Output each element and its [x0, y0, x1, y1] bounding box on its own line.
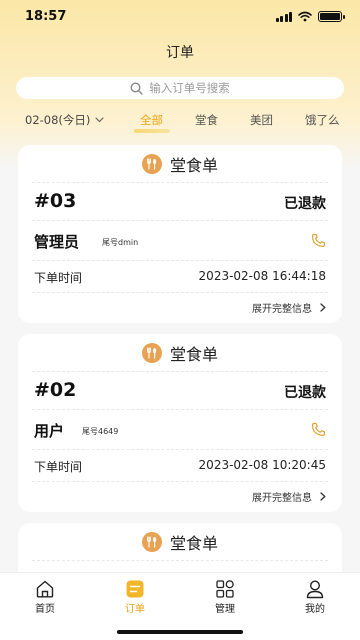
order-number-row: #03 已退款	[32, 183, 328, 221]
tabbar-manage[interactable]: 管理	[195, 579, 255, 615]
wifi-icon	[298, 11, 312, 22]
order-type-label: 堂食单	[169, 344, 218, 364]
phone-icon[interactable]	[311, 422, 326, 437]
order-card-header: 堂食单	[32, 334, 328, 372]
tab-active-indicator	[134, 129, 170, 133]
status-time: 18:57	[25, 9, 67, 24]
order-status: 已退款	[284, 196, 326, 212]
chevron-down-icon	[95, 117, 104, 123]
order-number: #02	[34, 379, 77, 401]
customer-tail: 尾号4649	[82, 427, 119, 436]
order-time-row: 下单时间 2023-02-08 16:44:18	[32, 261, 328, 293]
order-number: #03	[34, 190, 77, 212]
expand-details-link[interactable]: 展开完整信息	[252, 300, 326, 315]
fork-spoon-icon	[141, 153, 162, 174]
tab-all[interactable]: 全部	[140, 112, 163, 128]
fork-spoon-icon	[141, 342, 162, 363]
signal-icon	[275, 11, 292, 22]
page-title: 订单	[166, 45, 194, 61]
order-type-label: 堂食单	[169, 155, 218, 175]
order-time-label: 下单时间	[34, 460, 83, 474]
search-input[interactable]: 输入订单号搜索	[16, 77, 344, 99]
order-card-header: 堂食单	[32, 145, 328, 183]
order-icon	[126, 580, 144, 598]
customer-name: 用户	[34, 422, 65, 440]
tabbar-manage-label: 管理	[215, 604, 235, 615]
fork-spoon-icon	[141, 531, 162, 552]
order-time-label: 下单时间	[34, 271, 83, 285]
customer-row: 管理员 尾号dmin	[32, 221, 328, 261]
tab-eleme[interactable]: 饿了么	[305, 112, 340, 128]
search-icon	[130, 81, 143, 95]
order-number-row: #02 已退款	[32, 372, 328, 410]
tabbar-home[interactable]: 首页	[15, 579, 75, 615]
tabbar-orders[interactable]: 订单	[105, 579, 165, 615]
order-card[interactable]: 堂食单 #03 已退款 管理员 尾号dmin 下单时间 2023-02-08 1…	[18, 145, 342, 323]
customer-row: 用户 尾号4649	[32, 410, 328, 450]
user-icon	[306, 580, 324, 599]
tab-dine-in[interactable]: 堂食	[195, 112, 218, 128]
filter-row: 02-08(今日) 全部 堂食 美团 饿了么	[0, 112, 360, 136]
search-placeholder: 输入订单号搜索	[149, 81, 230, 95]
customer-tail: 尾号dmin	[102, 238, 139, 247]
tabbar-mine-label: 我的	[305, 604, 325, 615]
order-time: 2023-02-08 10:20:45	[198, 458, 326, 472]
date-filter-label: 02-08(今日)	[25, 113, 91, 127]
tab-meituan[interactable]: 美团	[250, 112, 273, 128]
status-icons	[275, 11, 345, 22]
chevron-right-icon	[320, 492, 326, 501]
order-card-header: 堂食单	[32, 523, 328, 561]
order-type-label: 堂食单	[169, 533, 218, 553]
expand-details-label: 展开完整信息	[252, 493, 312, 504]
order-time: 2023-02-08 16:44:18	[198, 269, 326, 283]
home-indicator	[117, 630, 243, 634]
battery-icon	[318, 11, 345, 22]
tabbar-orders-label: 订单	[125, 604, 145, 615]
customer-name: 管理员	[34, 233, 80, 251]
order-time-row: 下单时间 2023-02-08 10:20:45	[32, 450, 328, 482]
home-icon	[36, 580, 54, 598]
expand-details-link[interactable]: 展开完整信息	[252, 489, 326, 504]
order-status: 已退款	[284, 385, 326, 401]
chevron-right-icon	[320, 303, 326, 312]
phone-icon[interactable]	[311, 233, 326, 248]
expand-row: 展开完整信息	[32, 482, 328, 512]
bottom-tab-bar: 首页 订单 管理 我的	[0, 572, 360, 640]
status-bar: 18:57	[0, 0, 360, 34]
date-filter[interactable]: 02-08(今日)	[25, 112, 104, 128]
expand-row: 展开完整信息	[32, 293, 328, 323]
manage-grid-icon	[216, 580, 234, 598]
tabbar-mine[interactable]: 我的	[285, 579, 345, 615]
tabbar-home-label: 首页	[35, 604, 55, 615]
order-card[interactable]: 堂食单 #02 已退款 用户 尾号4649 下单时间 2023-02-08 10…	[18, 334, 342, 512]
expand-details-label: 展开完整信息	[252, 304, 312, 315]
